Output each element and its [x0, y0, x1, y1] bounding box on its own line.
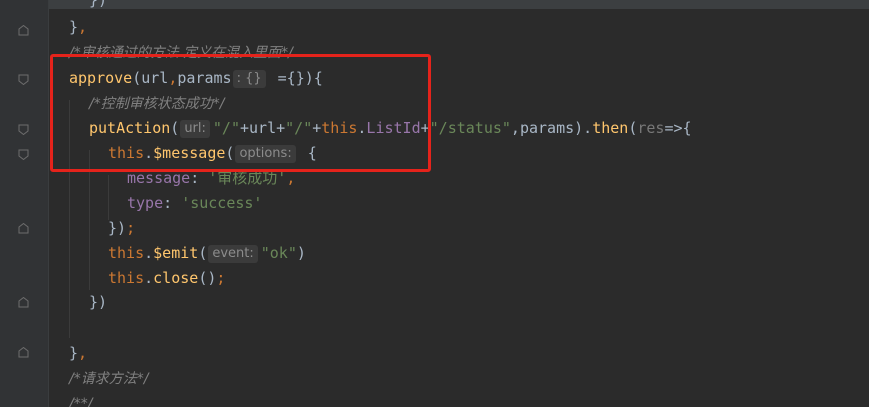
code-line[interactable]: this.close(); [108, 266, 225, 291]
editor-gutter [0, 0, 48, 407]
code-line[interactable]: }, [69, 15, 87, 40]
function-name: $emit [153, 244, 199, 262]
code-token: . [144, 144, 154, 162]
code-token: ) [296, 244, 306, 262]
code-line[interactable]: /*请求方法*/ [69, 366, 148, 391]
code-line[interactable]: type: 'success' [127, 191, 262, 216]
code-token: ( [628, 119, 638, 137]
code-token: + [312, 119, 322, 137]
code-token: +url+ [239, 119, 286, 137]
fold-start-icon[interactable] [18, 74, 29, 85]
code-line[interactable]: /*控制审核状态成功*/ [89, 91, 224, 116]
comment: /**/ [69, 396, 93, 407]
code-token: } [69, 344, 79, 362]
code-token: }) [89, 293, 108, 311]
inlay-hint: event: [208, 245, 258, 263]
string-literal: "/" [212, 119, 240, 137]
code-token: }) [89, 0, 108, 9]
fold-start-icon[interactable] [18, 124, 29, 135]
code-token: }) [108, 219, 127, 237]
code-token: ( [225, 144, 235, 162]
code-token: { [298, 144, 317, 162]
function-name: putAction [89, 119, 171, 137]
fold-end-icon[interactable] [18, 297, 29, 308]
indent-guide [69, 100, 70, 338]
keyword: this [108, 269, 145, 287]
code-token: ; [126, 219, 136, 237]
property: message [127, 169, 191, 187]
code-token: , [78, 18, 88, 36]
function-name: then [592, 119, 629, 137]
code-line[interactable]: }); [108, 216, 135, 241]
function-name: approve [69, 69, 133, 87]
string-literal: "/status" [429, 119, 511, 137]
code-line[interactable]: }) [89, 290, 107, 315]
code-token: : [190, 169, 209, 187]
fold-start-icon[interactable] [18, 149, 29, 160]
fold-end-icon[interactable] [18, 25, 29, 36]
inlay-hint: options: [235, 145, 296, 163]
code-token: ( [198, 244, 208, 262]
code-token: ( [170, 119, 180, 137]
code-token: =>{ [664, 119, 692, 137]
code-token: } [69, 18, 79, 36]
inlay-hint: : {} [232, 70, 266, 88]
code-token: params [177, 69, 232, 87]
code-line[interactable]: /*审核通过的方法 定义在混入里面*/ [69, 40, 293, 65]
code-token: () [198, 269, 217, 287]
code-token: . [144, 269, 154, 287]
code-token: (url [132, 69, 169, 87]
keyword: this [108, 244, 145, 262]
code-token: , [78, 344, 88, 362]
code-token: res [637, 119, 665, 137]
code-line[interactable]: /**/ [69, 391, 92, 407]
code-line[interactable]: this.$emit(event: "ok") [108, 241, 306, 266]
indent-guide [89, 150, 90, 290]
code-line[interactable]: message: '审核成功', [127, 166, 295, 191]
code-token: ; [216, 269, 226, 287]
function-name: close [153, 269, 199, 287]
code-token: . [144, 244, 154, 262]
code-token: + [420, 119, 430, 137]
inlay-hint: url: [180, 120, 210, 138]
code-token: , [286, 169, 296, 187]
comment: /*请求方法*/ [69, 371, 149, 387]
code-token: ={}){ [268, 69, 323, 87]
comment: /*控制审核状态成功*/ [89, 96, 225, 112]
keyword: this [321, 119, 358, 137]
property: ListId [366, 119, 421, 137]
code-line[interactable]: }, [69, 341, 87, 366]
code-line[interactable]: approve(url,params: {} ={}){ [69, 66, 323, 91]
comment: /*审核通过的方法 定义在混入里面*/ [69, 45, 293, 61]
string-literal: "/" [285, 119, 313, 137]
code-editor[interactable]: }) }, /*审核通过的方法 定义在混入里面*/ approve(url,pa… [49, 0, 869, 407]
fold-end-icon[interactable] [18, 347, 29, 358]
fold-end-icon[interactable] [18, 223, 29, 234]
code-line[interactable]: putAction(url: "/"+url+"/"+this.ListId+"/… [89, 116, 692, 141]
string-literal: '审核成功' [208, 169, 287, 187]
code-token: : [163, 194, 182, 212]
code-token: ,params). [510, 119, 593, 137]
keyword: this [108, 144, 145, 162]
code-line[interactable]: }) [89, 0, 107, 13]
code-line[interactable]: this.$message(options: { [108, 141, 317, 166]
string-literal: 'success' [181, 194, 263, 212]
string-literal: "ok" [260, 244, 297, 262]
property: type [127, 194, 164, 212]
function-name: $message [153, 144, 226, 162]
indent-guide [108, 175, 109, 220]
